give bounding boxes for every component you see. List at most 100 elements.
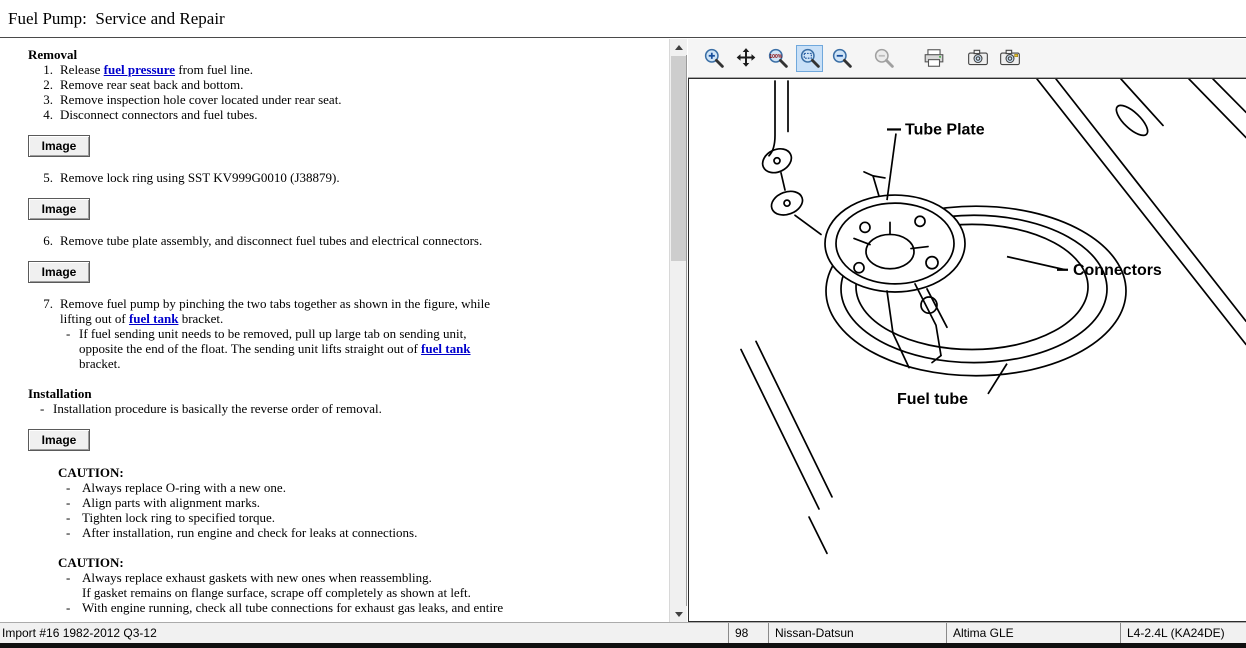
removal-step-6: 6. Remove tube plate assembly, and disco… <box>28 233 663 248</box>
removal-step-7-subitem: - If fuel sending unit needs to be remov… <box>66 326 663 371</box>
caution-item: - After installation, run engine and che… <box>58 525 663 540</box>
step-text-pre: Remove fuel pump by pinching the two tab… <box>60 296 490 326</box>
fuel-tank-link[interactable]: fuel tank <box>129 311 178 326</box>
dash-marker: - <box>66 570 72 585</box>
caution-item-continuation: If gasket remains on flange surface, scr… <box>82 585 663 600</box>
caution-item: - Always replace O-ring with a new one. <box>58 480 663 495</box>
fuel-tank-link[interactable]: fuel tank <box>421 341 470 356</box>
removal-step-3: 3. Remove inspection hole cover located … <box>28 92 663 107</box>
status-product: Import #16 1982-2012 Q3-12 <box>0 623 728 643</box>
export-image-button[interactable] <box>996 45 1023 72</box>
removal-step-5: 5. Remove lock ring using SST KV999G0010… <box>28 170 663 185</box>
step-text: Remove tube plate assembly, and disconne… <box>60 233 482 248</box>
zoom-out-button[interactable] <box>828 45 855 72</box>
zoom-in-icon <box>703 47 725 69</box>
installation-item: - Installation procedure is basically th… <box>28 401 663 416</box>
zoom-out-icon <box>831 47 853 69</box>
scrollbar-up-button[interactable] <box>670 39 687 55</box>
image-viewer-pane: 100% <box>688 39 1246 622</box>
caution-block-2: CAUTION: - Always replace exhaust gasket… <box>58 555 663 615</box>
printer-icon <box>923 47 945 69</box>
step-number: 1. <box>37 62 53 77</box>
dash-marker: - <box>40 401 46 416</box>
print-button[interactable] <box>920 45 947 72</box>
zoom-window-icon <box>873 47 895 69</box>
caution-item-text: With engine running, check all tube conn… <box>82 600 503 615</box>
page-title-bar: Fuel Pump: Service and Repair <box>0 0 1246 38</box>
status-engine: L4-2.4L (KA24DE) <box>1120 623 1246 643</box>
subitem-text: If fuel sending unit needs to be removed… <box>79 326 504 371</box>
tube-plate-label: Tube Plate <box>905 120 985 138</box>
bottom-edge-strip <box>0 643 1246 648</box>
zoom-fit-icon <box>799 47 821 69</box>
diagram-area[interactable]: Tube Plate Connectors Fuel tube <box>688 78 1246 622</box>
step-text-post: from fuel line. <box>175 62 253 77</box>
fuel-pump-diagram: Tube Plate Connectors Fuel tube <box>689 79 1246 621</box>
caution-heading: CAUTION: <box>58 465 663 480</box>
status-model: Altima GLE <box>946 623 1120 643</box>
step-number: 2. <box>37 77 53 92</box>
subitem-text-pre: If fuel sending unit needs to be removed… <box>79 326 467 356</box>
scrollbar-thumb[interactable] <box>671 56 686 261</box>
image-button-4[interactable]: Image <box>28 429 90 451</box>
page-title: Fuel Pump: Service and Repair <box>0 0 1246 29</box>
zoom-100-button[interactable]: 100% <box>764 45 791 72</box>
pan-button[interactable] <box>732 45 759 72</box>
connectors-label: Connectors <box>1073 261 1162 279</box>
main-split: Removal 1. Release fuel pressure from fu… <box>0 39 1246 622</box>
status-make: Nissan-Datsun <box>768 623 946 643</box>
installation-item-text: Installation procedure is basically the … <box>53 401 382 416</box>
zoom-100-icon: 100% <box>767 47 789 69</box>
removal-step-2: 2. Remove rear seat back and bottom. <box>28 77 663 92</box>
caution-item: - Tighten lock ring to specified torque. <box>58 510 663 525</box>
fuel-tube-label: Fuel tube <box>897 390 968 408</box>
step-text: Remove inspection hole cover located und… <box>60 92 342 107</box>
zoom-window-button[interactable] <box>870 45 897 72</box>
step-number: 4. <box>37 107 53 122</box>
camera-export-icon <box>999 47 1021 69</box>
dash-marker: - <box>66 600 72 615</box>
document-pane: Removal 1. Release fuel pressure from fu… <box>0 39 687 622</box>
viewer-toolbar: 100% <box>688 39 1246 78</box>
image-button-2[interactable]: Image <box>28 198 90 220</box>
caution-item-text: Always replace exhaust gaskets with new … <box>82 570 432 585</box>
scrollbar-down-button[interactable] <box>670 606 687 622</box>
copy-image-button[interactable] <box>964 45 991 72</box>
caution-item-text: Tighten lock ring to specified torque. <box>82 510 275 525</box>
image-button-1[interactable]: Image <box>28 135 90 157</box>
caution-item: - Always replace exhaust gaskets with ne… <box>58 570 663 585</box>
caution-heading: CAUTION: <box>58 555 663 570</box>
camera-icon <box>967 47 989 69</box>
app-window: Fuel Pump: Service and Repair Removal 1.… <box>0 0 1246 648</box>
dash-marker: - <box>66 510 72 525</box>
step-text-pre: Release <box>60 62 104 77</box>
status-page-number: 98 <box>728 623 768 643</box>
document-content: Removal 1. Release fuel pressure from fu… <box>0 39 669 622</box>
arrow-down-icon <box>675 612 683 617</box>
caution-item-text: After installation, run engine and check… <box>82 525 417 540</box>
step-number: 3. <box>37 92 53 107</box>
image-button-3[interactable]: Image <box>28 261 90 283</box>
installation-heading: Installation <box>28 386 663 401</box>
dash-marker: - <box>66 525 72 540</box>
arrow-up-icon <box>675 45 683 50</box>
subitem-text-post: bracket. <box>79 356 121 371</box>
caution-item: - Align parts with alignment marks. <box>58 495 663 510</box>
caution-block-1: CAUTION: - Always replace O-ring with a … <box>58 465 663 540</box>
fuel-pressure-link[interactable]: fuel pressure <box>104 62 175 77</box>
vertical-scrollbar[interactable] <box>669 39 686 622</box>
step-number: 5. <box>37 170 53 185</box>
removal-step-7: 7. Remove fuel pump by pinching the two … <box>28 296 663 326</box>
caution-item-text: Always replace O-ring with a new one. <box>82 480 286 495</box>
zoom-in-button[interactable] <box>700 45 727 72</box>
caution-item: - With engine running, check all tube co… <box>58 600 663 615</box>
removal-step-1: 1. Release fuel pressure from fuel line. <box>28 62 663 77</box>
pan-icon <box>735 47 757 69</box>
removal-heading: Removal <box>28 47 663 62</box>
status-bar: Import #16 1982-2012 Q3-12 98 Nissan-Dat… <box>0 622 1246 643</box>
zoom-fit-button[interactable] <box>796 45 823 72</box>
step-text: Disconnect connectors and fuel tubes. <box>60 107 257 122</box>
caution-item-text: Align parts with alignment marks. <box>82 495 260 510</box>
removal-step-4: 4. Disconnect connectors and fuel tubes. <box>28 107 663 122</box>
step-text: Release fuel pressure from fuel line. <box>60 62 253 77</box>
